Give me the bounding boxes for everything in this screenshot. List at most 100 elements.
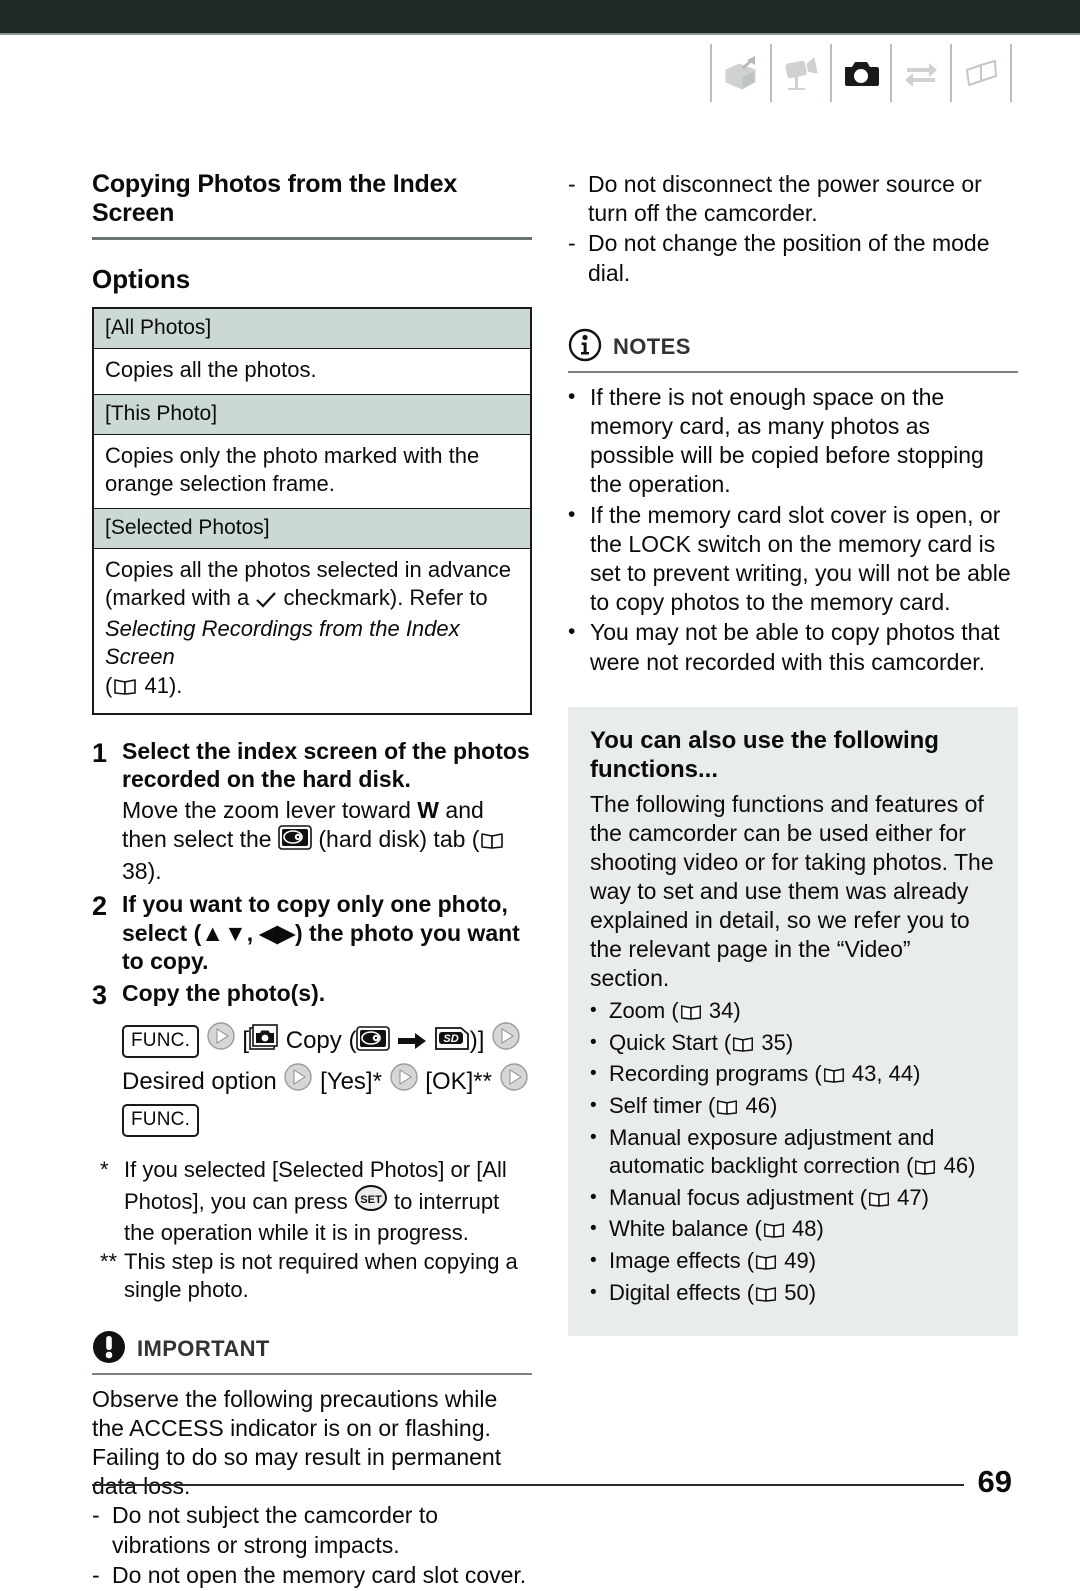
- function-item: • White balance ( 48): [590, 1215, 996, 1247]
- joystick-right-icon: [491, 1021, 521, 1062]
- function-pages: 46: [943, 1153, 969, 1179]
- step-desc-page: 38: [122, 858, 148, 885]
- page-title: Copying Photos from the Index Screen: [92, 170, 458, 227]
- function-pages: 46: [745, 1093, 770, 1118]
- options-table: [All Photos] Copies all the photos. [Thi…: [92, 306, 532, 715]
- svg-text:SD: SD: [443, 1033, 458, 1045]
- zoom-wide-label: W: [417, 797, 440, 824]
- important-continued-list: - Do not disconnect the power source or …: [568, 170, 1018, 288]
- option-desc-part2: checkmark). Refer to: [277, 585, 488, 611]
- function-label: Manual focus adjustment: [609, 1184, 854, 1210]
- joystick-right-icon: [206, 1021, 236, 1062]
- book-page-icon: [679, 1000, 703, 1029]
- step-desc-c: (hard disk) tab (: [312, 826, 480, 853]
- func-button-end[interactable]: FUNC.: [122, 1104, 200, 1137]
- book-page-icon: [731, 1032, 755, 1061]
- notes-heading-row: NOTES: [568, 328, 1018, 367]
- important-item: - Do not disconnect the power source or …: [568, 170, 1018, 228]
- bullet-marker: •: [568, 384, 576, 408]
- important-item: - Do not open the memory card slot cover…: [92, 1561, 532, 1590]
- dash-marker: -: [568, 171, 576, 197]
- bullet-marker: •: [568, 620, 576, 644]
- svg-text:SET: SET: [360, 1194, 382, 1206]
- sd-card-icon: SD: [434, 1026, 470, 1062]
- bullet-marker: •: [590, 1186, 597, 1208]
- right-column: - Do not disconnect the power source or …: [568, 170, 1018, 1337]
- step-title: Select the index screen of the photos re…: [122, 737, 530, 793]
- step-title-b: ,: [246, 919, 260, 946]
- step-1: 1 Select the index screen of the photos …: [92, 737, 532, 886]
- footnote-single-star: * If you selected [Selected Photos] or […: [100, 1156, 532, 1247]
- book-page-icon: [715, 1095, 739, 1124]
- joystick-leftright-icon: ◀▶: [259, 919, 295, 946]
- step-number: 2: [92, 891, 108, 922]
- hard-disk-tab-icon: [278, 825, 312, 857]
- book-page-icon: [754, 1282, 778, 1311]
- option-label: [Selected Photos]: [94, 507, 530, 549]
- footnote-text: This step is not required when copying a…: [124, 1248, 518, 1302]
- note-item-text: You may not be able to copy photos that …: [590, 619, 1000, 675]
- bullet-marker: •: [590, 1218, 597, 1240]
- notes-callout: NOTES • If there is not enough space on …: [568, 328, 1018, 677]
- book-page-icon: [762, 1218, 786, 1247]
- bullet-marker: •: [590, 1126, 597, 1148]
- function-item: • Manual exposure adjustment and automat…: [590, 1124, 996, 1184]
- footnote-text: If you selected [Selected Photos] or [Al…: [124, 1156, 532, 1247]
- footnote-list: * If you selected [Selected Photos] or […: [100, 1156, 532, 1304]
- joystick-right-icon: [499, 1062, 529, 1103]
- option-row-all-photos: [All Photos] Copies all the photos.: [94, 308, 530, 394]
- dash-marker: -: [92, 1502, 100, 1529]
- copy-word: Copy (: [285, 1027, 357, 1055]
- function-pages: 34: [708, 998, 734, 1024]
- bullet-marker: •: [590, 1249, 597, 1271]
- func-operation-sequence: FUNC. [ Copy ( SD)] Desired option [Yes]…: [122, 1021, 532, 1137]
- option-description: Copies all the photos.: [94, 348, 530, 394]
- copy-bracket-close: )]: [469, 1027, 485, 1055]
- function-label: Manual exposure adjustment and automatic…: [609, 1124, 935, 1179]
- note-item: • You may not be able to copy photos tha…: [568, 618, 1018, 676]
- joystick-right-icon: [389, 1062, 419, 1103]
- option-desc-tail: ).: [168, 672, 183, 698]
- notes-label: NOTES: [613, 334, 691, 360]
- book-page-icon: [754, 1250, 778, 1279]
- options-heading: Options: [92, 263, 191, 294]
- step-title: If you want to copy only one photo, sele…: [122, 890, 532, 975]
- function-label: Image effects: [609, 1247, 741, 1273]
- important-body: Observe the following precautions while …: [92, 1385, 532, 1590]
- bullet-marker: •: [590, 1063, 597, 1085]
- function-pages: 35: [761, 1029, 786, 1055]
- step-number: 1: [92, 737, 108, 768]
- step-desc-d: ).: [147, 858, 162, 885]
- option-label: [All Photos]: [94, 308, 530, 349]
- important-item-text: Do not change the position of the mode d…: [588, 230, 990, 286]
- option-desc-italic: Selecting Recordings from the Index Scre…: [105, 616, 460, 670]
- info-icon: [568, 328, 602, 367]
- function-item: • Digital effects ( 50): [590, 1279, 996, 1311]
- footnote-marker: *: [100, 1156, 109, 1182]
- hard-disk-icon: [356, 1026, 391, 1062]
- dash-marker: -: [92, 1561, 100, 1588]
- ok-option: [OK]**: [425, 1068, 492, 1096]
- function-pages: 47: [897, 1184, 922, 1210]
- func-button[interactable]: FUNC.: [122, 1025, 200, 1058]
- function-label: Self timer: [609, 1093, 702, 1118]
- function-pages: 49: [784, 1247, 809, 1273]
- footnote-double-star: ** This step is not required when copyin…: [100, 1248, 532, 1304]
- step-3: 3 Copy the photo(s).: [92, 979, 532, 1011]
- set-button-icon: SET: [354, 1184, 388, 1219]
- important-rule: [92, 1372, 532, 1375]
- function-pages: 43, 44: [851, 1061, 914, 1087]
- book-page-icon: [867, 1187, 891, 1216]
- also-use-paragraph: The following functions and features of …: [590, 791, 994, 992]
- important-item: - Do not change the position of the mode…: [568, 229, 1018, 287]
- book-page-icon: [112, 675, 138, 703]
- notes-rule: [568, 370, 1018, 373]
- bullet-marker: •: [590, 1095, 597, 1116]
- yes-option: [Yes]*: [320, 1068, 382, 1096]
- function-pages: 50: [784, 1279, 809, 1305]
- important-item-text: Do not subject the camcorder to vibratio…: [112, 1502, 438, 1558]
- page-number: 69: [977, 1464, 1012, 1499]
- step-list: 1 Select the index screen of the photos …: [92, 737, 532, 1012]
- manual-page: Copying Photos from the Index Screen Opt…: [0, 0, 1080, 1588]
- function-item: • Self timer ( 46): [590, 1092, 996, 1124]
